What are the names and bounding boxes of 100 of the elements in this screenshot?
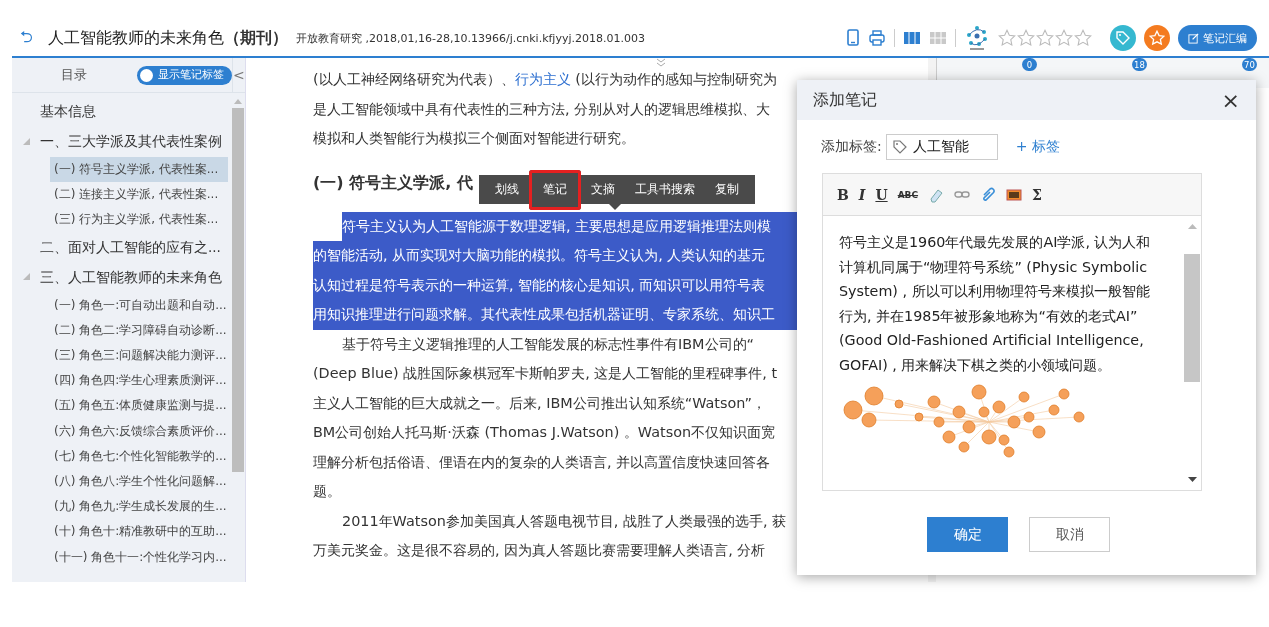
graph-node [992, 400, 1006, 414]
strikethrough-button[interactable]: ABC [897, 189, 919, 200]
toc-subitem[interactable]: (一) 角色一:可自动出题和自动... [50, 292, 228, 318]
graph-node [927, 395, 941, 409]
graph-node [864, 386, 884, 406]
body-text: (以人工神经网络研究为代表）、 [313, 70, 515, 89]
publication-type: （期刊） [224, 27, 288, 49]
star-icon[interactable] [1017, 29, 1035, 47]
graph-node [952, 405, 966, 419]
columns-view-icon[interactable] [903, 31, 921, 45]
underline-button[interactable]: U [875, 186, 888, 203]
tag-input-field[interactable]: 人工智能 [885, 134, 998, 160]
toc-item[interactable]: 二、面对人工智能的应有之... [40, 238, 221, 257]
body-text: (Deep Blue) 战胜国际象棋冠军卡斯帕罗夫, 这是人工智能的里程碑事件, t [313, 364, 778, 383]
expanded-triangle-icon[interactable] [22, 137, 30, 145]
graph-node [1073, 411, 1085, 423]
toc-subitem[interactable]: (八) 角色八:学生个性化问题解... [50, 468, 228, 495]
star-icon[interactable] [1074, 29, 1092, 47]
body-text: 2011年Watson参加美国真人答题电视节目, 战胜了人类最强的选手, 获 [342, 511, 787, 531]
toc-subitem[interactable]: (十一) 角色十一:个性化学习内... [50, 544, 228, 570]
popup-menu-item[interactable]: 笔记 [529, 169, 581, 210]
cancel-button[interactable]: 取消 [1029, 517, 1110, 552]
graph-node [958, 441, 970, 453]
scrollbar-thumb[interactable] [232, 108, 244, 472]
scroll-down-icon[interactable] [1187, 477, 1197, 482]
italic-button[interactable]: I [858, 186, 866, 203]
note-compile-button[interactable]: 笔记汇编 [1178, 25, 1257, 51]
formula-button[interactable]: Σ [1032, 186, 1042, 203]
star-icon[interactable] [1036, 29, 1054, 47]
dialog-title: 添加笔记 [813, 89, 877, 111]
body-text: 是人工智能领域中具有代表性的三种方法, 分别从对人的逻辑思维模拟、大 [313, 99, 771, 119]
graph-node [962, 420, 976, 434]
logo-icon [964, 24, 990, 52]
back-button[interactable]: ⮌ [12, 24, 40, 52]
toc-subitem[interactable]: (七) 角色七:个性化智能教学的... [50, 443, 228, 469]
graph-node [981, 429, 997, 445]
toc-subitem[interactable]: (十) 角色十:精准教研中的互助... [50, 519, 228, 545]
close-button[interactable]: × [1221, 87, 1240, 113]
body-text: 题。 [313, 482, 341, 501]
toc-subitem[interactable]: (一) 符号主义学派, 代表性案... [50, 157, 228, 183]
body-text: 万美元奖金。这是很不容易的, 因为真人答题比赛需要理解人类语言, 分析 [313, 541, 766, 560]
add-tag-link[interactable]: + 标签 [1015, 138, 1060, 156]
toc-subitem[interactable]: (三) 行为主义学派, 代表性案... [50, 207, 228, 233]
graph-node [942, 430, 956, 444]
scroll-up-icon[interactable] [234, 99, 242, 104]
confirm-button[interactable]: 确定 [927, 517, 1008, 552]
toc-item[interactable]: 三、人工智能教师的未来角色 [40, 268, 222, 287]
toc-subitem[interactable]: (六) 角色六:反馈综合素质评价... [50, 418, 228, 444]
note-editor[interactable]: B I U ABC Σ 符号主义是1960年代最先发展的AI学派, 认为人和计算机同属于“物理符号系统” (Physic Symbolic System) , 所以可以利用物理符号来模拟一般智能行为, 并在1985年被形象地称为“有效的老式AI” (Good Old-Fashioned Artificial Intelligence, GOFAI) , 用来解决下棋之类的小领域问题。 [822, 173, 1202, 491]
popup-menu-item[interactable]: 文摘 [581, 175, 625, 204]
image-icon[interactable] [1006, 186, 1023, 203]
body-text: 理解分析包括俗语、俚语在内的复杂的人类语言, 并以高置信度快速回答各 [313, 452, 771, 472]
toc-item[interactable]: 一、三大学派及其代表性案例 [40, 133, 222, 151]
show-note-tags-toggle[interactable]: 显示笔记标签 [136, 65, 232, 85]
popup-menu-item[interactable]: 工具书搜索 [625, 175, 705, 204]
collapse-sidebar-button[interactable]: < [231, 58, 245, 92]
graph-node [1018, 391, 1030, 403]
scrollbar-thumb[interactable] [1184, 254, 1200, 382]
toc-subitem[interactable]: (二) 连接主义学派, 代表性案... [50, 182, 228, 208]
edit-icon [1188, 32, 1199, 44]
star-icon[interactable] [1055, 29, 1073, 47]
star-icon[interactable] [998, 29, 1016, 47]
popup-menu-item[interactable]: 划线 [485, 175, 529, 204]
toc-heading: 目录 [60, 66, 89, 84]
grid-view-icon[interactable] [929, 31, 947, 45]
tag-icon [1116, 31, 1130, 45]
toc-subitem[interactable]: (九) 角色九:学生成长发展的生... [50, 494, 228, 520]
article-title: 人工智能教师的未来角色 [48, 27, 224, 49]
bold-button[interactable]: B [837, 186, 849, 203]
rating-stars[interactable] [998, 29, 1092, 47]
count-badge: 70 [1242, 58, 1257, 71]
tag-label: 添加标签: [821, 138, 882, 156]
graph-node [933, 416, 945, 428]
body-text: 模拟和人类智能行为模拟三个侧面对智能进行研究。 [313, 129, 635, 148]
link[interactable]: 行为主义 [514, 65, 571, 95]
popup-menu-item[interactable]: 复制 [705, 175, 749, 204]
graph-node [998, 434, 1010, 446]
scroll-up-icon[interactable] [1187, 224, 1197, 229]
paperclip-icon[interactable] [980, 186, 997, 203]
toc-subitem[interactable]: (五) 角色五:体质健康监测与提... [50, 393, 228, 419]
body-text: 主义人工智能的巨大成就之一。后来, IBM公司推出认知系统“Watson”， [313, 393, 766, 413]
graph-node [1058, 388, 1070, 400]
toc-subitem[interactable]: (三) 角色三:问题解决能力测评... [50, 342, 228, 369]
graph-node [914, 412, 924, 422]
expanded-triangle-icon[interactable] [22, 273, 30, 281]
citation-text: 开放教育研究 ,2018,01,16-28,10.13966/j.cnki.kfjyyj.2018.01.003 [296, 30, 645, 46]
toc-subitem[interactable]: (二) 角色二:学习障碍自动诊断... [50, 317, 228, 343]
favorite-button[interactable] [1144, 25, 1170, 51]
collapse-arrows-icon[interactable] [656, 58, 666, 68]
tablet-icon[interactable] [846, 29, 860, 47]
toc-subitem[interactable]: (四) 角色四:学生心理素质测评... [50, 368, 228, 394]
tag-button[interactable] [1110, 25, 1136, 51]
graph-node [1032, 425, 1046, 439]
count-badge: 0 [1022, 58, 1037, 71]
graph-node [1023, 411, 1035, 423]
print-icon[interactable] [868, 29, 886, 47]
body-text: 基于符号主义逻辑推理的人工智能发展的标志性事件有IBM公司的“ [342, 334, 754, 354]
graph-node [971, 384, 987, 400]
star-icon [1149, 30, 1165, 46]
toc-item[interactable]: 基本信息 [40, 103, 96, 121]
